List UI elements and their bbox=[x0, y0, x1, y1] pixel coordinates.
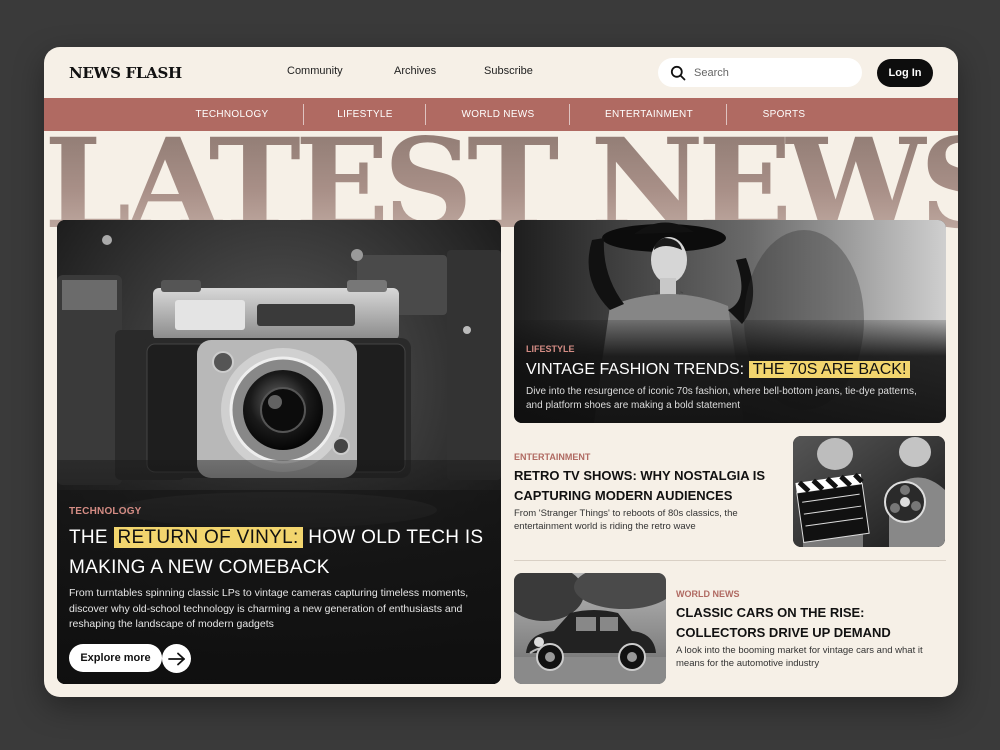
feature-category: TECHNOLOGY bbox=[69, 506, 142, 517]
login-button[interactable]: Log In bbox=[877, 59, 933, 87]
feature-title: THE RETURN OF VINYL: HOW OLD TECH IS MAK… bbox=[69, 523, 489, 583]
site-logo[interactable]: NEWS FLASH bbox=[69, 64, 182, 82]
arrow-right-icon bbox=[167, 652, 185, 665]
search-icon bbox=[670, 65, 686, 80]
feature-description: From turntables spinning classic LPs to … bbox=[69, 587, 469, 630]
article-description: Dive into the resurgence of iconic 70s f… bbox=[526, 386, 917, 411]
nav-link-archives[interactable]: Archives bbox=[394, 65, 436, 77]
article-title: VINTAGE FASHION TRENDS: THE 70S ARE BACK… bbox=[526, 358, 911, 382]
article-description-classic-cars: A look into the booming market for vinta… bbox=[676, 645, 923, 669]
arrow-right-button[interactable] bbox=[162, 644, 191, 673]
article-title-main: VINTAGE FASHION TRENDS: bbox=[526, 361, 745, 378]
feature-article[interactable]: TECHNOLOGY THE RETURN OF VINYL: HOW OLD … bbox=[57, 220, 501, 684]
explore-more-button[interactable]: Explore more bbox=[69, 644, 162, 672]
article-card-lifestyle[interactable]: LIFESTYLE VINTAGE FASHION TRENDS: THE 70… bbox=[514, 220, 946, 423]
search-box[interactable] bbox=[658, 58, 862, 87]
nav-link-community[interactable]: Community bbox=[287, 65, 343, 77]
retro-tv-image[interactable] bbox=[793, 436, 945, 547]
news-page: NEWS FLASH Community Archives Subscribe … bbox=[44, 47, 958, 697]
article-title-highlight: THE 70S ARE BACK! bbox=[748, 361, 911, 378]
clapperboard-film-reel-image bbox=[793, 436, 945, 547]
article-category: LIFESTYLE bbox=[526, 344, 575, 354]
top-bar: NEWS FLASH Community Archives Subscribe … bbox=[44, 47, 958, 97]
search-input[interactable] bbox=[694, 66, 844, 79]
article-title-retro-tv[interactable]: RETRO TV SHOWS: WHY NOSTALGIA IS CAPTURI… bbox=[514, 466, 784, 505]
article-title-classic-cars[interactable]: CLASSIC CARS ON THE RISE: COLLECTORS DRI… bbox=[676, 603, 946, 642]
vintage-car-image bbox=[514, 573, 666, 684]
feature-title-highlight: RETURN OF VINYL: bbox=[113, 527, 303, 548]
article-description-retro-tv: From 'Stranger Things' to reboots of 80s… bbox=[514, 508, 738, 532]
feature-title-pre: THE bbox=[69, 527, 108, 548]
article-category-entertainment: ENTERTAINMENT bbox=[514, 452, 591, 462]
article-category-world-news: WORLD NEWS bbox=[676, 589, 740, 599]
article-divider bbox=[514, 560, 946, 561]
nav-link-subscribe[interactable]: Subscribe bbox=[484, 65, 533, 77]
classic-car-image[interactable] bbox=[514, 573, 666, 684]
